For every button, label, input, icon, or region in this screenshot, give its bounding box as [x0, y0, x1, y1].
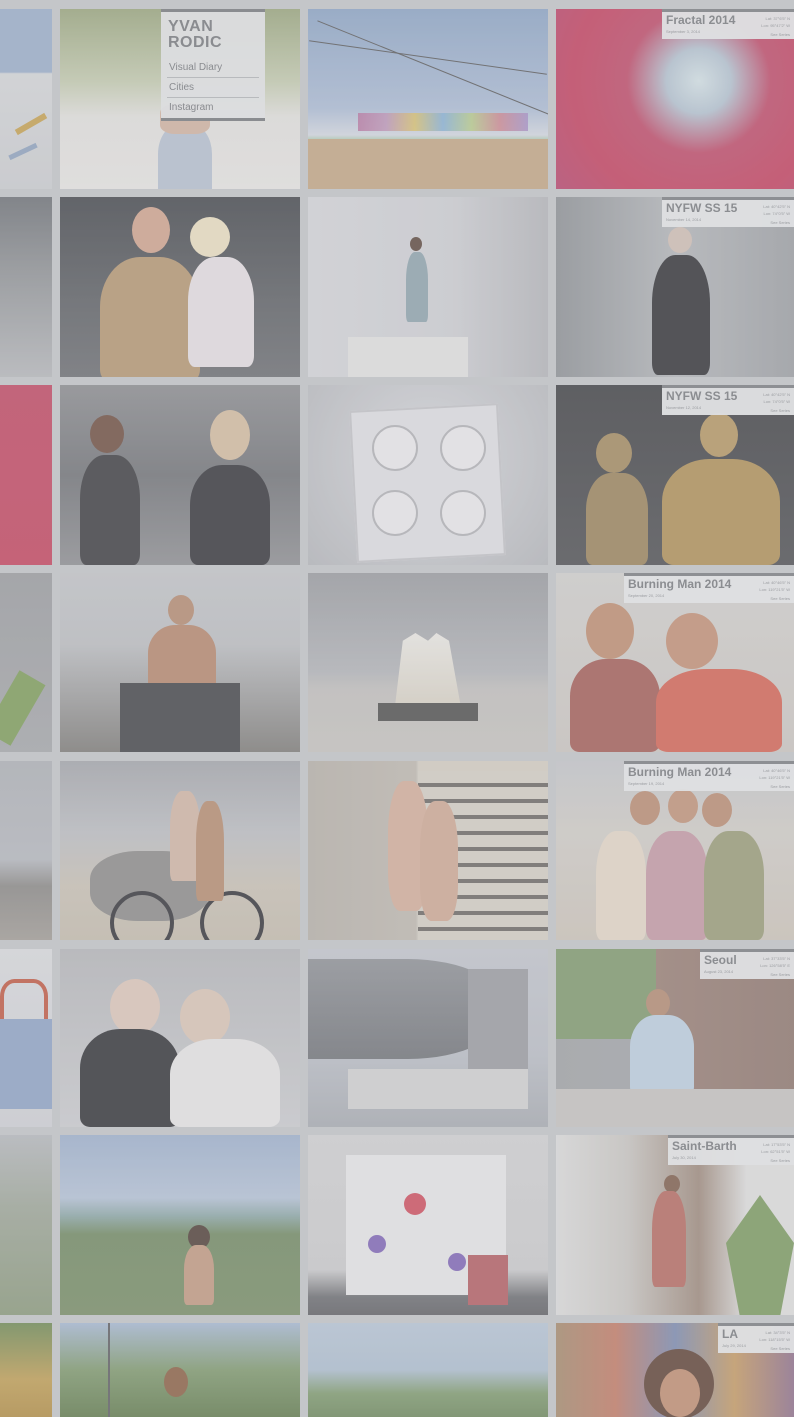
location-label[interactable]: Burning Man 2014 September 19, 2014 Lat:… [624, 761, 794, 791]
see-series-link[interactable]: See Series [770, 32, 790, 37]
photo-tile[interactable] [308, 573, 548, 752]
see-series-link[interactable]: See Series [770, 220, 790, 225]
location-coords: Lat: 37°6'5" N Lon: 95°47'2" W [761, 16, 790, 28]
photo-tile[interactable] [308, 1135, 548, 1315]
location-label[interactable]: LA July 29, 2014 Lat: 34°3'5" N Lon: 118°… [718, 1323, 794, 1353]
photo-tile[interactable] [60, 949, 300, 1127]
nav-visual-diary[interactable]: Visual Diary [167, 58, 259, 77]
location-coords: Lat: 40°42'5" N Lon: 74°0'5" W [763, 204, 790, 216]
photo-tile[interactable] [308, 385, 548, 565]
location-label[interactable]: NYFW SS 15 November 12, 2014 Lat: 40°42'… [662, 385, 794, 415]
see-series-link[interactable]: See Series [770, 1158, 790, 1163]
photo-tile[interactable] [0, 573, 52, 752]
photo-tile[interactable] [308, 9, 548, 189]
photo-tile[interactable] [60, 1323, 300, 1417]
photo-tile[interactable] [0, 1135, 52, 1315]
location-coords: Lat: 40°42'5" N Lon: 74°0'5" W [763, 392, 790, 404]
photo-tile[interactable] [308, 761, 548, 940]
location-label[interactable]: NYFW SS 15 November 14, 2014 Lat: 40°42'… [662, 197, 794, 227]
site-header: YVAN RODIC Visual Diary Cities Instagram [161, 9, 265, 121]
see-series-link[interactable]: See Series [770, 972, 790, 977]
photo-tile[interactable] [60, 573, 300, 752]
location-coords: Lat: 40°46'5" N Lon: 119°21'5" W [759, 580, 790, 592]
location-label[interactable]: Burning Man 2014 September 20, 2014 Lat:… [624, 573, 794, 603]
main-nav: Visual Diary Cities Instagram [167, 58, 259, 117]
location-date: September 19, 2014 [628, 781, 665, 786]
photo-tile[interactable] [0, 385, 52, 565]
photo-tile[interactable] [0, 1323, 52, 1417]
nav-instagram[interactable]: Instagram [167, 97, 259, 117]
site-logo[interactable]: YVAN RODIC [168, 19, 238, 51]
photo-tile[interactable] [308, 197, 548, 377]
see-series-link[interactable]: See Series [770, 596, 790, 601]
photo-tile[interactable] [0, 9, 52, 189]
photo-tile[interactable] [0, 761, 52, 940]
location-coords: Lat: 37°33'5" N Lon: 126°58'5" E [760, 956, 790, 968]
location-coords: Lat: 40°46'5" N Lon: 119°21'5" W [759, 768, 790, 780]
photo-tile[interactable] [0, 949, 52, 1127]
photo-tile[interactable] [60, 197, 300, 377]
photo-tile[interactable] [60, 1135, 300, 1315]
location-coords: Lat: 17°53'5" N Lon: 62°51'5" W [761, 1142, 790, 1154]
see-series-link[interactable]: See Series [770, 408, 790, 413]
page: { "brand": { "title": "YVAN RODIC", "nav… [0, 0, 794, 1417]
nav-cities[interactable]: Cities [167, 77, 259, 97]
photo-tile[interactable] [0, 197, 52, 377]
see-series-link[interactable]: See Series [770, 784, 790, 789]
location-label[interactable]: Fractal 2014 September 3, 2014 Lat: 37°6… [662, 9, 794, 39]
location-coords: Lat: 34°3'5" N Lon: 118°15'5" W [759, 1330, 790, 1342]
photo-tile[interactable] [60, 385, 300, 565]
location-label[interactable]: Saint-Barth July 30, 2014 Lat: 17°53'5" … [668, 1135, 794, 1165]
location-label[interactable]: Seoul August 23, 2014 Lat: 37°33'5" N Lon… [700, 949, 794, 979]
photo-tile[interactable] [60, 761, 300, 940]
photo-tile[interactable] [308, 1323, 548, 1417]
photo-tile[interactable] [308, 949, 548, 1127]
see-series-link[interactable]: See Series [770, 1346, 790, 1351]
location-date: September 20, 2014 [628, 593, 665, 598]
